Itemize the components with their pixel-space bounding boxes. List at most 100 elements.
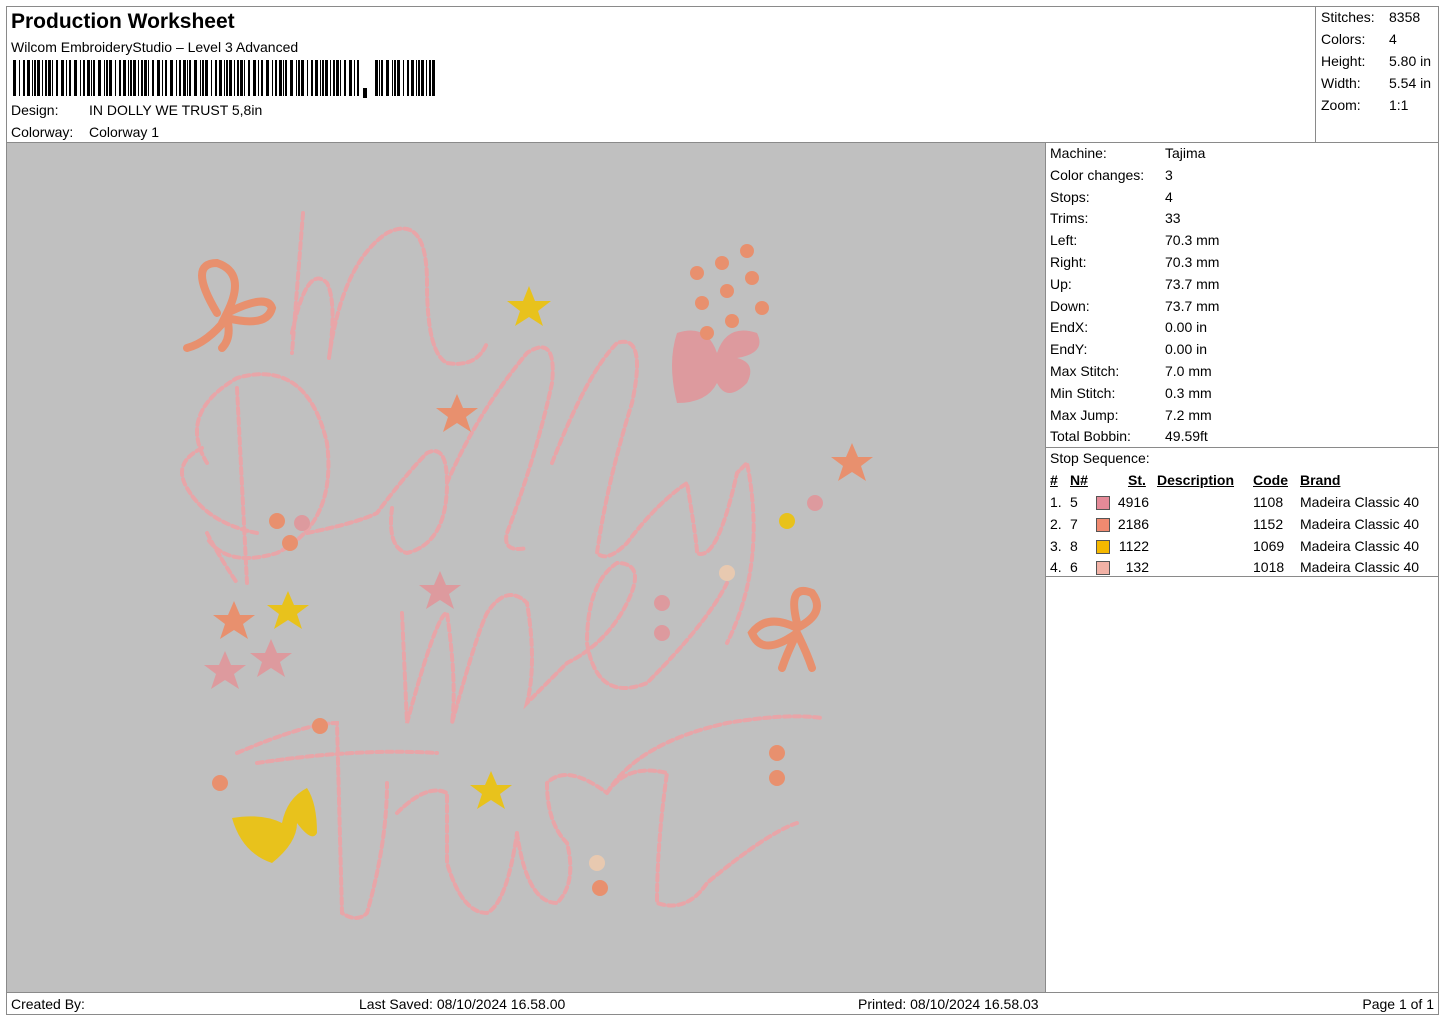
- worksheet-footer: Created By: Last Saved: 08/10/2024 16.58…: [6, 992, 1439, 1015]
- property-label: Right:: [1050, 254, 1087, 270]
- thread-brand: Madeira Classic 40: [1300, 559, 1420, 576]
- embroidery-design: [180, 211, 873, 920]
- property-label: Up:: [1050, 275, 1072, 292]
- property-value: 7.2 mm: [1165, 406, 1212, 423]
- property-label: EndX:: [1050, 319, 1089, 336]
- thread-code: 1069: [1253, 537, 1285, 554]
- thread-color-swatch: [1096, 539, 1110, 554]
- stop-sequence-title: Stop Sequence:: [1050, 450, 1150, 466]
- thread-brand: Madeira Classic 40: [1300, 537, 1420, 554]
- stitch-count: 132: [1125, 559, 1149, 576]
- property-label: Left:: [1050, 232, 1078, 249]
- colorway-label: Colorway:: [11, 124, 74, 140]
- thread-color-swatch: [1096, 496, 1110, 510]
- stitch-count: 2186: [1117, 515, 1149, 532]
- word-dolly-stroke: [195, 339, 756, 645]
- property-label: Machine:: [1050, 145, 1107, 161]
- page-number: Page 1 of 1: [1362, 996, 1434, 1012]
- butterfly-gold: [232, 788, 317, 863]
- property-label: Max Jump:: [1050, 406, 1119, 423]
- stars: [204, 286, 873, 809]
- needle-number: 5: [1070, 494, 1078, 510]
- height-value: 5.80 in: [1389, 53, 1432, 69]
- stitch-count: 4916: [1117, 494, 1149, 510]
- thread-code: 1108: [1253, 494, 1284, 510]
- stitches-label: Stitches:: [1321, 9, 1375, 25]
- thread-color-swatch: [1096, 561, 1110, 576]
- stop-sequence-row: 3. 8 1122 1069 Madeira Classic 40: [1046, 538, 1438, 560]
- bow-right: [747, 587, 821, 672]
- thread-code: 1018: [1253, 559, 1285, 576]
- property-value: 0.00 in: [1165, 319, 1208, 336]
- needle-number: 8: [1070, 537, 1078, 554]
- col-st-header: St.: [1128, 472, 1146, 488]
- zoom-label: Zoom:: [1321, 97, 1361, 113]
- colors-value: 4: [1389, 31, 1397, 47]
- height-label: Height:: [1321, 53, 1366, 69]
- machine-properties: Machine: Tajima Color changes: 3 Stops: 4 Trim…: [1045, 142, 1439, 448]
- property-label: Max Stitch:: [1050, 363, 1120, 379]
- stop-sequence-row: 2. 7 2186 1152 Madeira Classic 40: [1046, 516, 1438, 538]
- needle-number: 7: [1070, 515, 1078, 532]
- bow-top-left: [183, 258, 277, 352]
- property-label: Color changes:: [1050, 166, 1145, 183]
- design-value: IN DOLLY WE TRUST 5,8in: [89, 102, 263, 118]
- software-name: Wilcom EmbroideryStudio – Level 3 Advanc…: [11, 39, 299, 55]
- thread-brand: Madeira Classic 40: [1300, 494, 1420, 510]
- butterfly-pink: [672, 330, 760, 403]
- property-value: 0.00 in: [1165, 341, 1208, 358]
- property-value: 7.0 mm: [1165, 363, 1212, 379]
- design-preview: [6, 142, 1046, 993]
- row-number: 3.: [1050, 537, 1062, 554]
- col-num-header: #: [1050, 472, 1058, 488]
- property-label: Stops:: [1050, 188, 1090, 205]
- thread-brand: Madeira Classic 40: [1300, 515, 1420, 532]
- design-label: Design:: [11, 102, 59, 118]
- property-value: 3: [1165, 166, 1173, 183]
- col-n-header: N#: [1070, 472, 1088, 488]
- printed-date: Printed: 08/10/2024 16.58.03: [858, 996, 1039, 1012]
- heart-cluster: [690, 244, 769, 340]
- zoom-value: 1:1: [1389, 97, 1409, 113]
- col-description-header: Description: [1157, 472, 1235, 488]
- worksheet-title: Production Worksheet: [11, 10, 235, 33]
- col-brand-header: Brand: [1300, 472, 1341, 488]
- colors-label: Colors:: [1321, 31, 1366, 47]
- notes-area: [1045, 576, 1439, 993]
- row-number: 2.: [1050, 515, 1062, 532]
- property-value: 70.3 mm: [1165, 254, 1220, 270]
- property-value: 49.59ft: [1165, 428, 1208, 445]
- width-value: 5.54 in: [1389, 75, 1432, 91]
- stitches-value: 8358: [1389, 9, 1421, 25]
- needle-number: 6: [1070, 559, 1078, 576]
- created-by: Created By:: [11, 996, 85, 1012]
- property-value: 73.7 mm: [1165, 297, 1220, 314]
- property-value: 70.3 mm: [1165, 232, 1220, 249]
- row-number: 1.: [1050, 494, 1062, 510]
- worksheet-header: Production Worksheet Wilcom EmbroiderySt…: [6, 6, 1439, 143]
- property-label: Trims:: [1050, 210, 1089, 227]
- col-code-header: Code: [1253, 472, 1288, 488]
- thread-color-swatch: [1096, 517, 1110, 532]
- property-value: 0.3 mm: [1165, 384, 1212, 401]
- word-trust-stroke: [235, 714, 824, 920]
- property-label: Min Stitch:: [1050, 384, 1116, 401]
- last-saved: Last Saved: 08/10/2024 16.58.00: [359, 996, 566, 1012]
- thread-code: 1152: [1253, 515, 1284, 532]
- property-label: EndY:: [1050, 341, 1088, 358]
- row-number: 4.: [1050, 559, 1062, 576]
- property-value: 33: [1165, 210, 1181, 227]
- barcode: [13, 60, 435, 98]
- property-label: Down:: [1050, 297, 1090, 314]
- stitch-count: 1122: [1118, 537, 1149, 554]
- stop-sequence-table: Stop Sequence: # N# St. Description Code…: [1045, 447, 1439, 577]
- property-value: 4: [1165, 188, 1173, 205]
- property-value: Tajima: [1165, 145, 1206, 161]
- colorway-value: Colorway 1: [89, 124, 160, 140]
- design-summary: Stitches: 8358 Colors: 4 Height: 5.80 in…: [1315, 7, 1439, 142]
- property-value: 73.7 mm: [1165, 275, 1220, 292]
- stop-sequence-row: 1. 5 4916 1108 Madeira Classic 40: [1046, 494, 1438, 516]
- word-in-stroke: [290, 211, 489, 366]
- width-label: Width:: [1321, 75, 1361, 91]
- property-label: Total Bobbin:: [1050, 428, 1131, 445]
